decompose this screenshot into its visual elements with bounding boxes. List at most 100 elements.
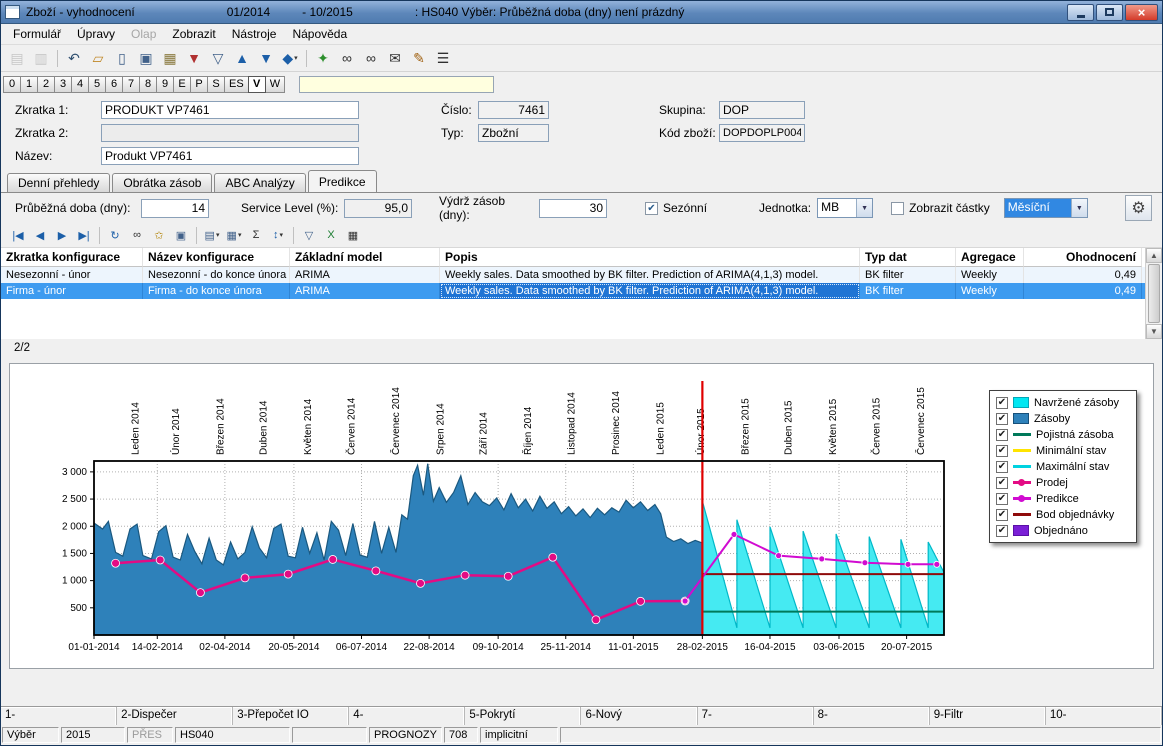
- quick-filter-input[interactable]: [299, 76, 494, 93]
- prev-record-icon[interactable]: ◀: [30, 225, 50, 245]
- unit-select[interactable]: MB ▼: [817, 198, 873, 218]
- filter-edit-icon[interactable]: ▽: [207, 47, 229, 69]
- chevron-down-icon[interactable]: ▼: [1071, 199, 1087, 217]
- column-header-2[interactable]: Název konfigurace: [143, 248, 290, 267]
- record-tab-s[interactable]: S: [207, 76, 225, 93]
- function-key-2[interactable]: 2-Dispečer: [117, 707, 233, 725]
- first-record-icon[interactable]: |◀: [8, 225, 28, 245]
- menu-item-upravy[interactable]: Úpravy: [69, 25, 123, 43]
- open-icon[interactable]: ▱: [87, 47, 109, 69]
- column-header-7[interactable]: Ohodnocení: [1024, 248, 1142, 267]
- endurance-input[interactable]: [539, 199, 607, 218]
- function-key-1[interactable]: 1-: [1, 707, 117, 725]
- grid-scrollbar[interactable]: ▲ ▼: [1145, 248, 1162, 339]
- function-key-10[interactable]: 10-: [1046, 707, 1162, 725]
- filter-row-icon[interactable]: ▽: [299, 225, 319, 245]
- show-amounts-checkbox[interactable]: Zobrazit částky: [891, 201, 990, 215]
- function-key-6[interactable]: 6-Nový: [581, 707, 697, 725]
- mail-icon[interactable]: ✉: [384, 47, 406, 69]
- lead-time-input[interactable]: [141, 199, 209, 218]
- function-key-9[interactable]: 9-Filtr: [930, 707, 1046, 725]
- copy-record-icon[interactable]: ▣: [135, 47, 157, 69]
- sum-icon[interactable]: Σ: [246, 225, 266, 245]
- legend-checkbox[interactable]: ✔: [996, 397, 1008, 409]
- legend-checkbox[interactable]: ✔: [996, 477, 1008, 489]
- function-key-5[interactable]: 5-Pokrytí: [465, 707, 581, 725]
- record-tab-6[interactable]: 6: [105, 76, 123, 93]
- titlebar[interactable]: Zboží - vyhodnocení 01/2014 - 10/2015 : …: [1, 1, 1162, 24]
- typ-input[interactable]: [478, 124, 549, 142]
- function-key-3[interactable]: 3-Přepočet IO: [233, 707, 349, 725]
- legend-checkbox[interactable]: ✔: [996, 493, 1008, 505]
- legend-checkbox[interactable]: ✔: [996, 413, 1008, 425]
- scroll-up-icon[interactable]: ▲: [1146, 248, 1162, 263]
- record-tab-5[interactable]: 5: [88, 76, 106, 93]
- refresh-icon[interactable]: ↻: [105, 225, 125, 245]
- undo-icon[interactable]: ↶: [63, 47, 85, 69]
- legend-checkbox[interactable]: ✔: [996, 445, 1008, 457]
- new-record-icon[interactable]: ▯: [111, 47, 133, 69]
- grid-settings-icon[interactable]: ▦: [343, 225, 363, 245]
- column-header-6[interactable]: Agregace: [956, 248, 1024, 267]
- record-tab-4[interactable]: 4: [71, 76, 89, 93]
- minimize-button[interactable]: [1067, 4, 1094, 21]
- next-record-icon[interactable]: ▶: [52, 225, 72, 245]
- move-down-icon[interactable]: ▼: [255, 47, 277, 69]
- columns-icon[interactable]: ▦▾: [224, 225, 244, 245]
- period-select[interactable]: Měsíční ▼: [1004, 198, 1088, 218]
- maximize-button[interactable]: [1096, 4, 1123, 21]
- record-tab-2[interactable]: 2: [37, 76, 55, 93]
- record-tab-v[interactable]: V: [248, 76, 266, 93]
- column-header-3[interactable]: Základní model: [290, 248, 440, 267]
- tab-denni-prehledy[interactable]: Denní přehledy: [7, 173, 110, 192]
- goto-icon[interactable]: ◆▾: [279, 47, 301, 69]
- zkratka1-input[interactable]: [101, 101, 359, 119]
- record-tab-e[interactable]: E: [173, 76, 191, 93]
- record-tab-8[interactable]: 8: [139, 76, 157, 93]
- record-tab-es[interactable]: ES: [224, 76, 249, 93]
- export-icon[interactable]: ▤▾: [202, 225, 222, 245]
- column-header-4[interactable]: Popis: [440, 248, 860, 267]
- function-key-8[interactable]: 8-: [814, 707, 930, 725]
- settings-button[interactable]: ⚙: [1125, 195, 1152, 221]
- scrollbar-thumb[interactable]: [1148, 264, 1160, 323]
- menu-list-icon[interactable]: ☰: [432, 47, 454, 69]
- actions-icon[interactable]: ✦: [312, 47, 334, 69]
- legend-checkbox[interactable]: ✔: [996, 429, 1008, 441]
- kod-zbozi-input[interactable]: [719, 124, 805, 142]
- close-button[interactable]: ×: [1125, 4, 1158, 21]
- record-tab-7[interactable]: 7: [122, 76, 140, 93]
- legend-checkbox[interactable]: ✔: [996, 461, 1008, 473]
- record-tab-p[interactable]: P: [190, 76, 208, 93]
- tab-obratka-zasob[interactable]: Obrátka zásob: [112, 173, 212, 192]
- menu-item-olap[interactable]: Olap: [123, 25, 164, 43]
- menu-item-napoveda[interactable]: Nápověda: [284, 25, 355, 43]
- legend-checkbox[interactable]: ✔: [996, 525, 1008, 537]
- move-up-icon[interactable]: ▲: [231, 47, 253, 69]
- menu-item-zobrazit[interactable]: Zobrazit: [164, 25, 223, 43]
- table-row[interactable]: Firma - únorFirma - do konce únoraARIMAW…: [1, 283, 1162, 299]
- record-tab-3[interactable]: 3: [54, 76, 72, 93]
- cislo-input[interactable]: [478, 101, 549, 119]
- table-row[interactable]: Nesezonní - únorNesezonní - do konce úno…: [1, 267, 1162, 283]
- notes-icon[interactable]: ✎: [408, 47, 430, 69]
- function-key-4[interactable]: 4-: [349, 707, 465, 725]
- menu-item-formular[interactable]: Formulář: [5, 25, 69, 43]
- find-next-icon[interactable]: ∞: [360, 47, 382, 69]
- function-key-7[interactable]: 7-: [698, 707, 814, 725]
- last-record-icon[interactable]: ▶|: [74, 225, 94, 245]
- add-favorite-icon[interactable]: ✩: [149, 225, 169, 245]
- nazev-input[interactable]: [101, 147, 359, 165]
- record-tab-w[interactable]: W: [265, 76, 285, 93]
- zkratka2-input[interactable]: [101, 124, 359, 142]
- legend-checkbox[interactable]: ✔: [996, 509, 1008, 521]
- sort-icon[interactable]: ↕▾: [268, 225, 288, 245]
- menu-item-nastroje[interactable]: Nástroje: [224, 25, 285, 43]
- scroll-down-icon[interactable]: ▼: [1146, 324, 1162, 339]
- paste-record-icon[interactable]: ▦: [159, 47, 181, 69]
- record-tab-1[interactable]: 1: [20, 76, 38, 93]
- find-grid-icon[interactable]: ∞: [127, 225, 147, 245]
- skupina-input[interactable]: [719, 101, 805, 119]
- find-icon[interactable]: ∞: [336, 47, 358, 69]
- record-tab-0[interactable]: 0: [3, 76, 21, 93]
